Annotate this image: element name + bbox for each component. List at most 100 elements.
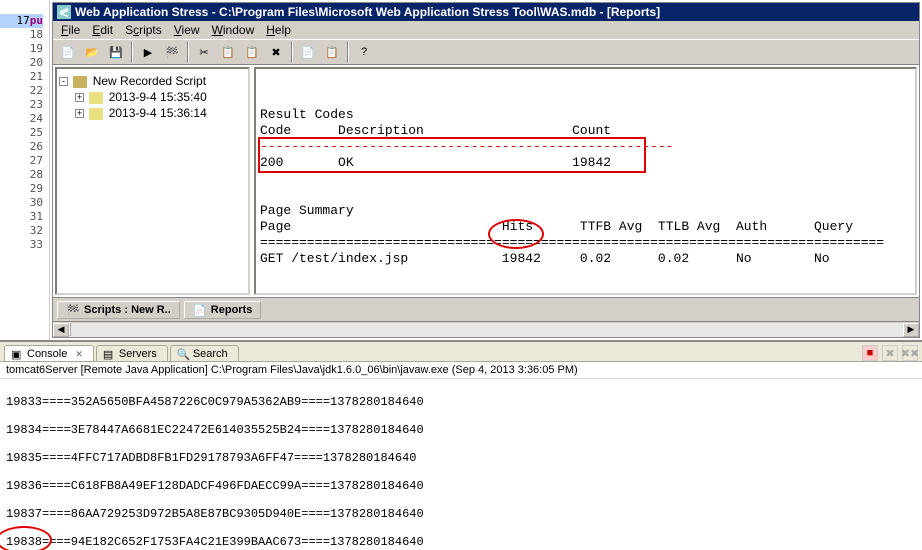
tab-console[interactable]: ▣ Console ✕: [4, 345, 94, 361]
open-icon[interactable]: 📂: [81, 41, 103, 63]
console-output[interactable]: 19833====352A5650BFA4587226C0C979A5362AB…: [0, 379, 922, 550]
menubar: File Edit Scripts View Window Help: [53, 21, 919, 39]
scroll-thumb[interactable]: [69, 322, 71, 336]
divider-equals: ========================================…: [260, 235, 911, 251]
tab-search[interactable]: 🔍 Search: [170, 345, 239, 361]
console-icon: ▣: [11, 348, 23, 360]
page-row: GET /test/index.jsp 19842 0.02 0.02 No N…: [260, 251, 911, 267]
titlebar[interactable]: ⪕ Web Application Stress - C:\Program Fi…: [53, 3, 919, 21]
separator: [187, 41, 189, 63]
new-icon[interactable]: 📄: [57, 41, 79, 63]
copy2-icon[interactable]: 📄: [297, 41, 319, 63]
copy-icon[interactable]: 📋: [217, 41, 239, 63]
line-number-17: 17pu: [0, 14, 43, 28]
tab-servers[interactable]: ▤ Servers: [96, 345, 168, 361]
line-number: 21: [0, 70, 43, 84]
cut-icon[interactable]: ✂: [193, 41, 215, 63]
line-number: 30: [0, 196, 43, 210]
terminate-button[interactable]: ■: [862, 345, 878, 361]
console-line: 19833====352A5650BFA4587226C0C979A5362AB…: [6, 395, 916, 409]
line-number: 31: [0, 210, 43, 224]
tab-search-label: Search: [193, 348, 228, 360]
menu-help[interactable]: Help: [266, 23, 291, 37]
line-number: 32: [0, 224, 43, 238]
report-panel[interactable]: Result Codes Code Description Count ----…: [254, 67, 917, 295]
delete-icon[interactable]: ✖: [265, 41, 287, 63]
paste-icon[interactable]: 📋: [241, 41, 263, 63]
console-line: 19836====C618FB8A49EF128DADCF496FDAECC99…: [6, 479, 916, 493]
tab-scripts[interactable]: 🏁 Scripts : New R..: [57, 301, 180, 319]
expand-icon[interactable]: +: [75, 109, 84, 118]
app-icon: ⪕: [57, 5, 71, 19]
console-line: 19834====3E78447A6681EC22472E614035525B2…: [6, 423, 916, 437]
tab-servers-label: Servers: [119, 348, 157, 360]
run-icon[interactable]: ▶: [137, 41, 159, 63]
tree-child-label: 2013-9-4 15:36:14: [109, 106, 207, 120]
collapse-icon[interactable]: -: [59, 77, 68, 86]
line-number: 25: [0, 126, 43, 140]
tree-root-label: New Recorded Script: [93, 74, 206, 88]
divider-dashes: ----------------------------------------…: [260, 139, 911, 155]
tab-console-label: Console: [27, 348, 67, 360]
line-number: 23: [0, 98, 43, 112]
console-panel: ▣ Console ✕ ▤ Servers 🔍 Search ■ ✖ ✖✖ to…: [0, 340, 922, 550]
remove-button[interactable]: ✖: [882, 345, 898, 361]
menu-scripts[interactable]: Scripts: [125, 23, 162, 37]
toolbar: 📄 📂 💾 ▶ 🏁 ✂ 📋 📋 ✖ 📄 📋 ?: [53, 39, 919, 65]
tab-reports[interactable]: 📄 Reports: [184, 301, 262, 319]
console-process-header: tomcat6Server [Remote Java Application] …: [0, 362, 922, 379]
menu-file[interactable]: File: [61, 23, 80, 37]
scroll-track[interactable]: [69, 323, 903, 337]
scroll-right-icon[interactable]: ▶: [903, 323, 919, 337]
search-icon: 🔍: [177, 348, 189, 360]
line-number: 33: [0, 238, 43, 252]
scroll-left-icon[interactable]: ◀: [53, 323, 69, 337]
page-summary-heading: Page Summary: [260, 203, 911, 219]
result-codes-heading: Result Codes: [260, 107, 911, 123]
line-number: 24: [0, 112, 43, 126]
console-line: 19835====4FFC717ADBD8FB1FD29178793A6FF47…: [6, 451, 916, 465]
line-number: 20: [0, 56, 43, 70]
horizontal-scrollbar[interactable]: ◀ ▶: [53, 321, 919, 337]
save-icon[interactable]: 💾: [105, 41, 127, 63]
close-icon[interactable]: ✕: [75, 349, 83, 360]
tree-root[interactable]: - New Recorded Script: [59, 73, 246, 89]
bottom-tabbar: 🏁 Scripts : New R.. 📄 Reports: [53, 297, 919, 321]
tree-child[interactable]: + 2013-9-4 15:36:14: [59, 105, 246, 121]
result-codes-header: Code Description Count: [260, 123, 911, 139]
page-summary-header: Page Hits TTFB Avg TTLB Avg Auth Query: [260, 219, 911, 235]
editor-gutter: 17pu 18 19 20 21 22 23 24 25 26 27 28 29…: [0, 0, 50, 340]
console-line: 19837====86AA729253D972B5A8E87BC9305D940…: [6, 507, 916, 521]
report-icon: [89, 92, 103, 104]
line-number: 22: [0, 84, 43, 98]
window-title: Web Application Stress - C:\Program File…: [75, 5, 660, 19]
separator: [291, 41, 293, 63]
servers-icon: ▤: [103, 348, 115, 360]
line-number: 27: [0, 154, 43, 168]
finish-flag-icon[interactable]: 🏁: [161, 41, 183, 63]
tree-child[interactable]: + 2013-9-4 15:35:40: [59, 89, 246, 105]
line-number: 26: [0, 140, 43, 154]
menu-view[interactable]: View: [174, 23, 200, 37]
separator: [131, 41, 133, 63]
tab-reports-label: Reports: [211, 304, 253, 316]
result-row: 200 OK 19842: [260, 155, 911, 171]
menu-window[interactable]: Window: [212, 23, 255, 37]
console-tabbar: ▣ Console ✕ ▤ Servers 🔍 Search ■ ✖ ✖✖: [0, 342, 922, 362]
console-toolbar: ■ ✖ ✖✖: [241, 345, 918, 361]
line-number: 18: [0, 28, 43, 42]
separator: [347, 41, 349, 63]
help-icon[interactable]: ?: [353, 41, 375, 63]
tree-child-label: 2013-9-4 15:35:40: [109, 90, 207, 104]
line-number: 19: [0, 42, 43, 56]
line-number: 28: [0, 168, 43, 182]
flag-icon: 🏁: [66, 304, 80, 316]
expand-icon[interactable]: +: [75, 93, 84, 102]
report-icon: [89, 108, 103, 120]
was-window: ⪕ Web Application Stress - C:\Program Fi…: [52, 2, 920, 338]
script-tree[interactable]: - New Recorded Script + 2013-9-4 15:35:4…: [55, 67, 250, 295]
report-icon: 📄: [193, 304, 207, 316]
menu-edit[interactable]: Edit: [92, 23, 113, 37]
remove-all-button[interactable]: ✖✖: [902, 345, 918, 361]
paste2-icon[interactable]: 📋: [321, 41, 343, 63]
